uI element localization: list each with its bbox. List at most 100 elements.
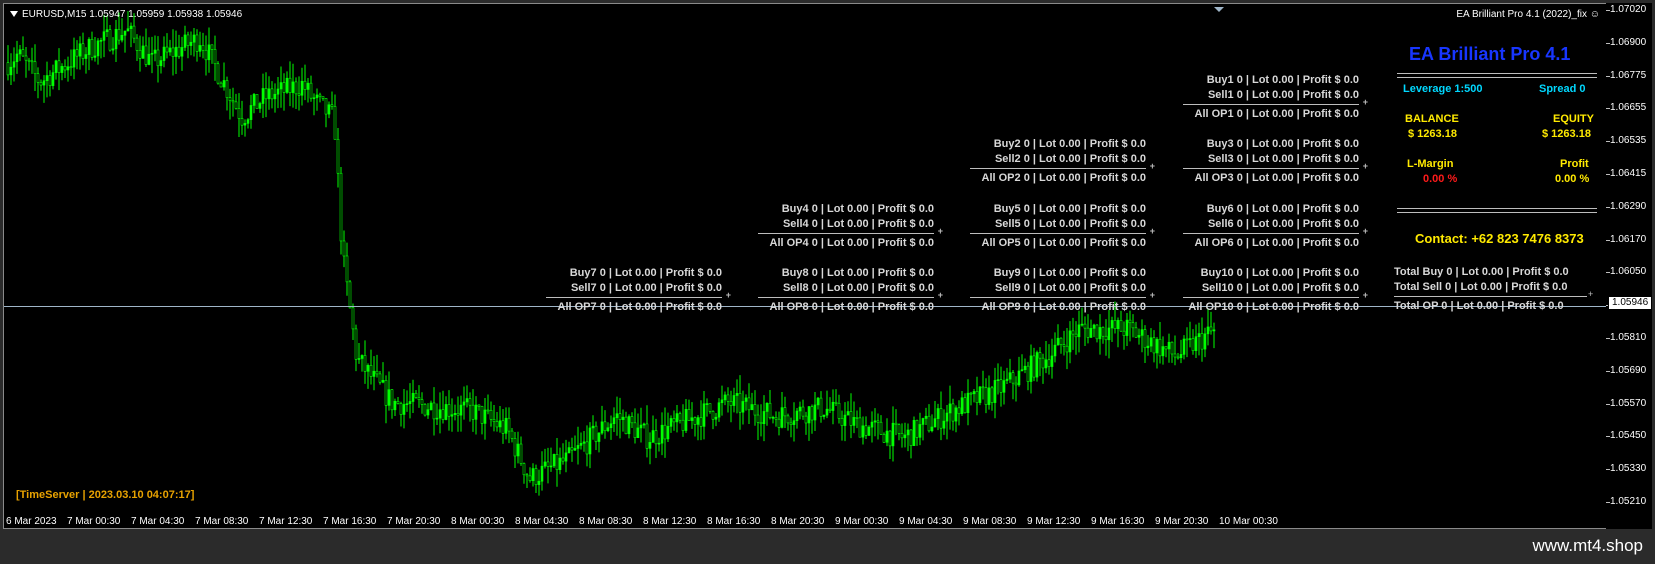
candle-body <box>1188 338 1192 340</box>
candle-body <box>522 463 526 476</box>
candle-body <box>141 45 145 59</box>
candle-body <box>105 29 109 33</box>
candle-body <box>735 393 739 396</box>
candle-body <box>807 406 811 424</box>
candle-body <box>129 25 133 30</box>
buy-row: Buy9 0 | Lot 0.00 | Profit $ 0.0 <box>993 267 1146 279</box>
candle-body <box>1212 329 1216 332</box>
candle-body <box>465 398 469 403</box>
candle-body <box>24 55 28 61</box>
candle-body <box>243 123 247 126</box>
order-group-2: Buy2 0 | Lot 0.00 | Profit $ 0.0 Sell2 0 … <box>916 138 1155 188</box>
sell-row: Sell9 0 | Lot 0.00 | Profit $ 0.0 <box>994 282 1146 294</box>
candle-body <box>120 34 124 41</box>
group-separator <box>758 297 934 298</box>
ea-name-label[interactable]: EA Brilliant Pro 4.1 (2022)_fix ☺ <box>1456 9 1600 20</box>
candle-body <box>732 395 736 406</box>
candle-body <box>489 409 493 420</box>
candle-body <box>108 29 112 51</box>
candle-body <box>213 49 217 65</box>
candle-body <box>720 399 724 404</box>
candle-body <box>165 46 169 53</box>
price-label: 1.06170 <box>1610 233 1647 245</box>
symbol-header[interactable]: EURUSD,M15 1.05947 1.05959 1.05938 1.059… <box>10 9 242 20</box>
price-axis[interactable]: 1.07020 1.06900 1.06775 1.06655 1.06535 1.064… <box>1606 3 1652 529</box>
candle-body <box>921 418 925 425</box>
sell-row: Sell8 0 | Lot 0.00 | Profit $ 0.0 <box>782 282 934 294</box>
candle-body <box>111 48 115 51</box>
candle-body <box>1095 324 1099 340</box>
candle-body <box>624 416 628 435</box>
order-group-1: Buy1 0 | Lot 0.00 | Profit $ 0.0 Sell1 0 … <box>1129 74 1368 124</box>
candle-body <box>1143 329 1147 349</box>
candle-body <box>852 417 856 426</box>
candle-body <box>288 77 292 93</box>
all-op-row: All OP6 0 | Lot 0.00 | Profit $ 0.0 <box>1194 237 1359 249</box>
candle-body <box>759 422 763 425</box>
candle-body <box>348 281 352 309</box>
profit-label: Profit <box>1560 158 1589 170</box>
candle-body <box>795 410 799 421</box>
group-separator <box>970 233 1146 234</box>
candle-body <box>792 420 796 425</box>
candle-body <box>714 416 718 420</box>
candle-body <box>927 415 931 432</box>
candle-body <box>270 88 274 100</box>
candle-body <box>933 418 937 428</box>
candle-body <box>450 414 454 417</box>
candle-body <box>717 402 721 418</box>
candle-body <box>597 432 601 442</box>
candle-body <box>123 30 127 36</box>
candle-body <box>987 387 991 405</box>
candle-body <box>162 46 166 61</box>
candle-body <box>627 416 631 435</box>
time-label: 8 Mar 12:30 <box>643 516 697 527</box>
candle-body <box>174 46 178 57</box>
candle-body <box>219 82 223 88</box>
candle-body <box>168 47 172 53</box>
candle-body <box>21 49 25 57</box>
candle-body <box>387 389 391 406</box>
candle-body <box>435 417 439 420</box>
time-label: 8 Mar 16:30 <box>707 516 761 527</box>
candle-body <box>906 429 910 436</box>
candle-body <box>828 408 832 411</box>
candle-body <box>438 409 442 419</box>
candle-body <box>912 420 916 446</box>
candle-body <box>417 397 421 400</box>
candle-body <box>543 461 547 467</box>
candle-body <box>1074 333 1078 338</box>
candle-body <box>18 49 22 55</box>
sell-row: Sell5 0 | Lot 0.00 | Profit $ 0.0 <box>994 218 1146 230</box>
candle-body <box>957 407 961 415</box>
all-op-row: All OP9 0 | Lot 0.00 | Profit $ 0.0 <box>981 301 1146 313</box>
group-separator <box>546 297 722 298</box>
candle-body <box>564 452 568 462</box>
candle-body <box>204 49 208 61</box>
lmargin-label: L-Margin <box>1407 158 1454 170</box>
chart-window[interactable]: EURUSD,M15 1.05947 1.05959 1.05938 1.059… <box>3 3 1609 529</box>
candle-body <box>561 457 565 462</box>
candle-body <box>651 430 655 443</box>
candle-body <box>405 403 409 405</box>
order-group-8: Buy8 0 | Lot 0.00 | Profit $ 0.0 Sell8 0 … <box>704 267 943 317</box>
equity-value: $ 1263.18 <box>1542 128 1591 140</box>
candle-body <box>783 407 787 417</box>
candle-body <box>1182 338 1186 355</box>
shift-marker-icon <box>1214 7 1224 12</box>
candle-body <box>654 430 658 445</box>
candle-body <box>1020 369 1024 372</box>
order-group-9: Buy9 0 | Lot 0.00 | Profit $ 0.0 Sell9 0 … <box>916 267 1155 317</box>
candle-body <box>297 93 301 96</box>
candle-body <box>159 60 163 67</box>
candle-body <box>279 82 283 90</box>
total-op-row: Total OP 0 | Lot 0.00 | Profit $ 0.0 <box>1394 300 1564 312</box>
dropdown-triangle-icon[interactable] <box>10 11 18 18</box>
candle-body <box>615 413 619 419</box>
plus-icon: + <box>1362 226 1368 236</box>
all-op-row: All OP1 0 | Lot 0.00 | Profit $ 0.0 <box>1194 108 1359 120</box>
buy-row: Buy7 0 | Lot 0.00 | Profit $ 0.0 <box>569 267 722 279</box>
candle-body <box>186 34 190 46</box>
candle-body <box>699 417 703 427</box>
candle-body <box>1029 355 1033 382</box>
